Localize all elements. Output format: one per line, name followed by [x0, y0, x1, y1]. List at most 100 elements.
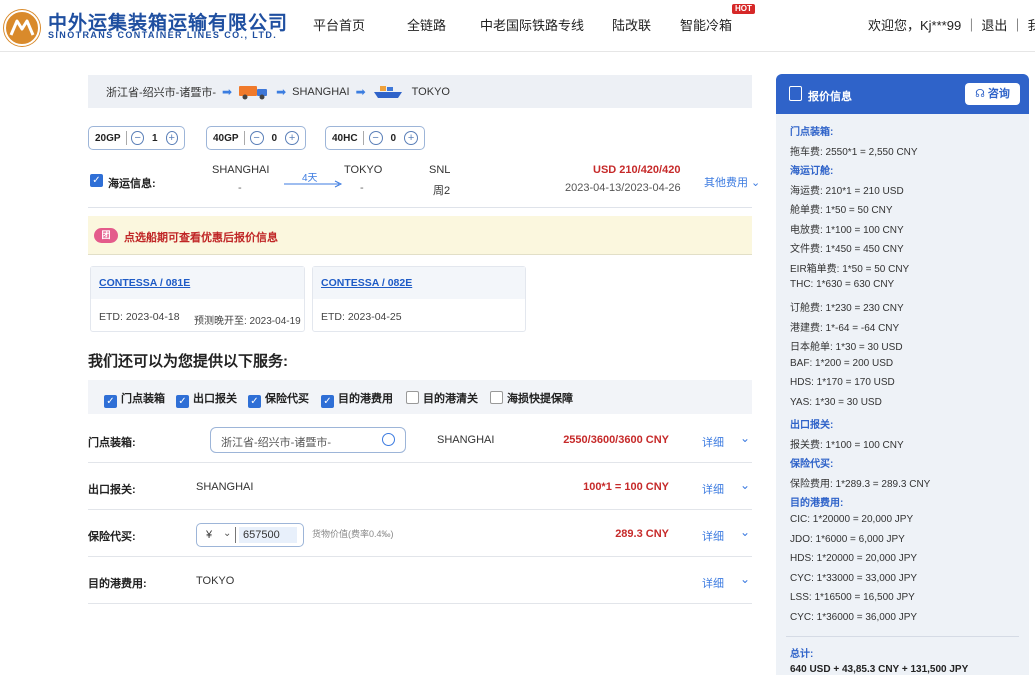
arrow-right-icon: ➡ — [355, 84, 366, 99]
minus-icon[interactable]: − — [131, 131, 144, 145]
container-20gp-stepper: 20GP − 1 + — [88, 126, 185, 150]
route-port: SHANGHAI — [292, 85, 350, 98]
notice-text: 点选船期可查看优惠后报价信息 — [124, 232, 278, 244]
nav-road-to-rail[interactable]: 陆改联 — [612, 15, 651, 34]
service-row-label: 出口报关: — [88, 484, 136, 496]
pol-name: SHANGHAI — [212, 164, 270, 176]
pol-sub: - — [238, 182, 242, 194]
quote-category: 门点装箱: — [790, 127, 834, 138]
headset-icon: ☊ — [975, 88, 988, 100]
divider — [125, 131, 127, 145]
service-options-bar: ✓ 门点装箱 ✓ 出口报关 ✓ 保险代买 ✓ 目的港费用 目的港清关 海损快提保障 — [88, 380, 752, 414]
quote-line: 订舱费: 1*230 = 230 CNY — [790, 302, 904, 314]
nav-smart-reefer[interactable]: 智能冷箱 — [680, 15, 732, 34]
quote-line: 舱单费: 1*50 = 50 CNY — [790, 205, 893, 217]
service-option-export-customs[interactable]: ✓ 出口报关 — [176, 390, 237, 408]
pod-name: TOKYO — [344, 164, 383, 176]
service-option-insurance[interactable]: ✓ 保险代买 — [248, 390, 309, 408]
divider — [235, 527, 236, 543]
minus-icon[interactable]: − — [368, 131, 383, 145]
checkbox-checked-icon[interactable]: ✓ — [176, 395, 189, 408]
currency-select[interactable]: ¥ — [206, 529, 212, 541]
cargo-value-field[interactable]: 657500 — [239, 527, 297, 543]
service-row-dest-fees: 目的港费用: TOKYO 详细 ⌄ — [88, 560, 752, 604]
quote-line: 拖车费: 2550*1 = 2,550 CNY — [790, 146, 918, 158]
vessel-name-link[interactable]: CONTESSA / 082E — [321, 277, 412, 289]
container-qty[interactable]: 0 — [272, 133, 278, 144]
nav-home[interactable]: 平台首页 — [313, 15, 365, 34]
container-type-label: 40GP — [213, 132, 239, 144]
nav-full-chain[interactable]: 全链路 — [407, 15, 446, 34]
container-type-label: 20GP — [95, 132, 121, 144]
quote-line: JDO: 1*6000 = 6,000 JPY — [790, 533, 905, 545]
service-option-dest-customs[interactable]: 目的港清关 — [406, 390, 478, 406]
service-row-export-customs: 出口报关: SHANGHAI 100*1 = 100 CNY 详细 ⌄ — [88, 466, 752, 510]
vessel-card[interactable]: CONTESSA / 082E ETD: 2023-04-25 — [312, 266, 526, 332]
checkbox-checked-icon[interactable]: ✓ — [104, 395, 117, 408]
plus-icon[interactable]: + — [404, 131, 419, 145]
search-icon[interactable] — [382, 433, 395, 446]
consult-button[interactable]: ☊ 咨询 — [965, 83, 1020, 105]
quote-line: 报关费: 1*100 = 100 CNY — [790, 439, 904, 451]
quote-category: 海运订舱: — [790, 166, 834, 178]
service-option-dest-fees[interactable]: ✓ 目的港费用 — [321, 390, 393, 408]
vessel-name-link[interactable]: CONTESSA / 081E — [99, 277, 190, 289]
consult-label: 咨询 — [987, 88, 1010, 100]
arrow-right-icon: ➡ — [276, 84, 287, 99]
container-qty[interactable]: 1 — [152, 133, 158, 144]
other-fees-label: 其他费用 — [704, 177, 748, 189]
plus-icon[interactable]: + — [285, 131, 300, 145]
user-welcome[interactable]: 欢迎您，Kj***99 ｜ 退出 ｜ 我的 — [868, 15, 1035, 34]
detail-link[interactable]: 详细 — [702, 575, 724, 591]
checkbox-checked-icon[interactable]: ✓ — [248, 395, 261, 408]
door-address-input[interactable]: 浙江省-绍兴市-诸暨市- — [210, 427, 406, 453]
detail-link[interactable]: 详细 — [702, 528, 724, 544]
transit-arrow-icon — [284, 180, 343, 188]
service-row-insurance: 保险代买: ¥ ⌄ 657500 货物价值(费率0.4‰) 289.3 CNY … — [88, 513, 752, 557]
company-logo-icon[interactable] — [3, 9, 41, 47]
detail-link[interactable]: 详细 — [702, 434, 724, 450]
sea-freight-checkbox[interactable]: ✓ — [90, 174, 103, 187]
vessel-etd: ETD: 2023-04-18 — [99, 311, 180, 323]
carrier-code: SNL — [429, 164, 451, 176]
checkbox-empty-icon[interactable] — [490, 391, 503, 404]
quote-category: 保险代买: — [790, 459, 834, 471]
container-qty[interactable]: 0 — [391, 133, 397, 144]
document-icon — [789, 86, 802, 101]
quote-category: 目的港费用: — [790, 498, 844, 510]
service-option-label: 保险代买 — [265, 393, 309, 405]
quote-panel-header: 报价信息 ☊ 咨询 — [776, 74, 1029, 114]
chevron-down-icon[interactable]: ⌄ — [740, 478, 750, 492]
chevron-down-icon[interactable]: ⌄ — [740, 525, 750, 539]
discount-notice: 团 点选船期可查看优惠后报价信息 — [88, 216, 752, 255]
cargo-value-input[interactable]: ¥ ⌄ 657500 — [196, 523, 304, 547]
quote-line: LSS: 1*16500 = 16,500 JPY — [790, 592, 915, 604]
chevron-down-icon[interactable]: ⌄ — [740, 572, 750, 586]
vessel-predicted-late: 预测晚开至: 2023-04-19 — [194, 316, 301, 327]
service-option-label: 海损快提保障 — [507, 393, 573, 405]
truck-icon — [238, 84, 270, 100]
quote-line: EIR箱单费: 1*50 = 50 CNY — [790, 263, 910, 275]
sailing-dates: 2023-04-13/2023-04-26 — [565, 182, 681, 194]
detail-link[interactable]: 详细 — [702, 481, 724, 497]
quote-total-label: 总计: — [790, 649, 814, 660]
ship-icon — [372, 84, 404, 100]
service-option-damage-guarantee[interactable]: 海损快提保障 — [490, 390, 573, 406]
service-option-door[interactable]: ✓ 门点装箱 — [104, 390, 165, 408]
quote-line: 海运费: 210*1 = 210 USD — [790, 185, 904, 197]
checkbox-empty-icon[interactable] — [406, 391, 419, 404]
chevron-down-icon[interactable]: ⌄ — [223, 528, 231, 539]
quote-line: 港建费: 1*-64 = -64 CNY — [790, 322, 900, 334]
other-fees-toggle[interactable]: 其他费用 ⌄ — [704, 174, 760, 190]
nav-china-laos-railway[interactable]: 中老国际铁路专线 — [480, 15, 584, 34]
route-summary: 浙江省-绍兴市-诸暨市- ➡ ➡ SHANGHAI ➡ TOKYO — [88, 75, 752, 108]
container-40hc-stepper: 40HC − 0 + — [325, 126, 425, 150]
checkbox-checked-icon[interactable]: ✓ — [321, 395, 334, 408]
service-option-label: 出口报关 — [193, 393, 237, 405]
vessel-card[interactable]: CONTESSA / 081E ETD: 2023-04-18 预测晚开至: 2… — [90, 266, 305, 332]
plus-icon[interactable]: + — [165, 131, 179, 145]
chevron-down-icon[interactable]: ⌄ — [740, 431, 750, 445]
route-destination: TOKYO — [411, 85, 450, 98]
chevron-down-icon: ⌄ — [748, 177, 761, 189]
minus-icon[interactable]: − — [249, 131, 264, 145]
